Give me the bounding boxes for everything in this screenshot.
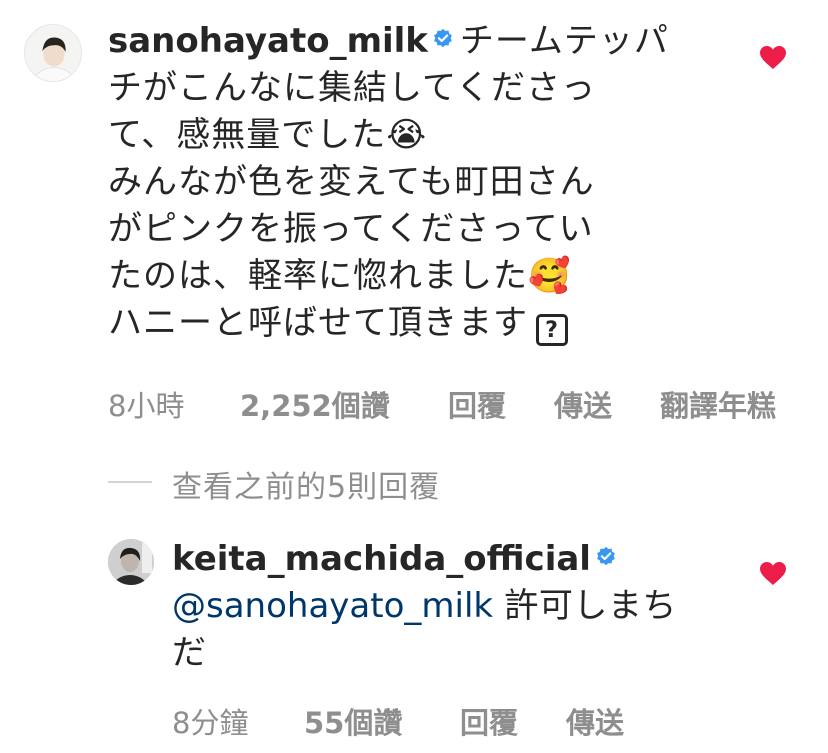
reply-like-count[interactable]: 55個讚 [304, 700, 402, 742]
crying-face-emoji: 😭 [386, 115, 428, 155]
comment-text-line: チがこんなに集結してくださっ [108, 68, 596, 108]
comment-like-heart-icon[interactable] [760, 46, 786, 70]
comment-text-line: て、感無量でした [108, 115, 387, 155]
view-previous-replies-button[interactable]: 查看之前的5則回覆 [172, 462, 440, 506]
reply-meta: 8分鐘 55個讚 回覆 傳送 [172, 700, 792, 740]
comment-text-line: がピンクを振ってくださってい [108, 209, 594, 249]
unknown-glyph-icon: ? [536, 314, 568, 346]
comment-text-line: チームテッパ [459, 21, 669, 61]
avatar-image [25, 25, 81, 81]
reply-send-button[interactable]: 傳送 [566, 700, 624, 742]
reply-mention-link[interactable]: @sanohayato_milk [172, 586, 493, 626]
reply-reply-button[interactable]: 回覆 [460, 700, 518, 742]
comment-username[interactable]: sanohayato_milk [108, 21, 428, 61]
comment-text-line: たのは、軽率に惚れました [108, 256, 528, 296]
verified-badge-icon [595, 546, 617, 568]
smiling-face-with-hearts-emoji: 🥰 [528, 256, 572, 296]
comment-meta: 8小時 2,252個讚 回覆 傳送 翻譯年糕 [108, 383, 808, 423]
reply-username[interactable]: keita_machida_official [172, 539, 591, 579]
comment-text-line: ハニーと呼ばせて頂きます [108, 303, 528, 343]
verified-badge-icon [432, 28, 454, 50]
reply-like-heart-icon[interactable] [760, 562, 786, 586]
comment-translate-button[interactable]: 翻譯年糕 [660, 383, 776, 425]
comment-body: sanohayato_milk チームテッパ チがこんなに集結してくださっ て、感… [108, 18, 718, 347]
reply-time: 8分鐘 [172, 706, 249, 740]
reply-body: keita_machida_official @sanohayato_milk … [172, 536, 732, 677]
avatar-image [108, 539, 154, 585]
comment-text-line: みんなが色を変えても町田さん [108, 162, 595, 202]
replies-divider [108, 481, 152, 483]
reply-text-line: だ [172, 633, 207, 673]
avatar[interactable] [24, 24, 82, 82]
avatar[interactable] [108, 539, 154, 585]
reply-text-line: 許可しまち [504, 586, 677, 626]
comment-send-button[interactable]: 傳送 [554, 383, 612, 425]
comment-like-count[interactable]: 2,252個讚 [240, 383, 390, 425]
comment-reply-button[interactable]: 回覆 [448, 383, 506, 425]
comment-time: 8小時 [108, 389, 185, 423]
